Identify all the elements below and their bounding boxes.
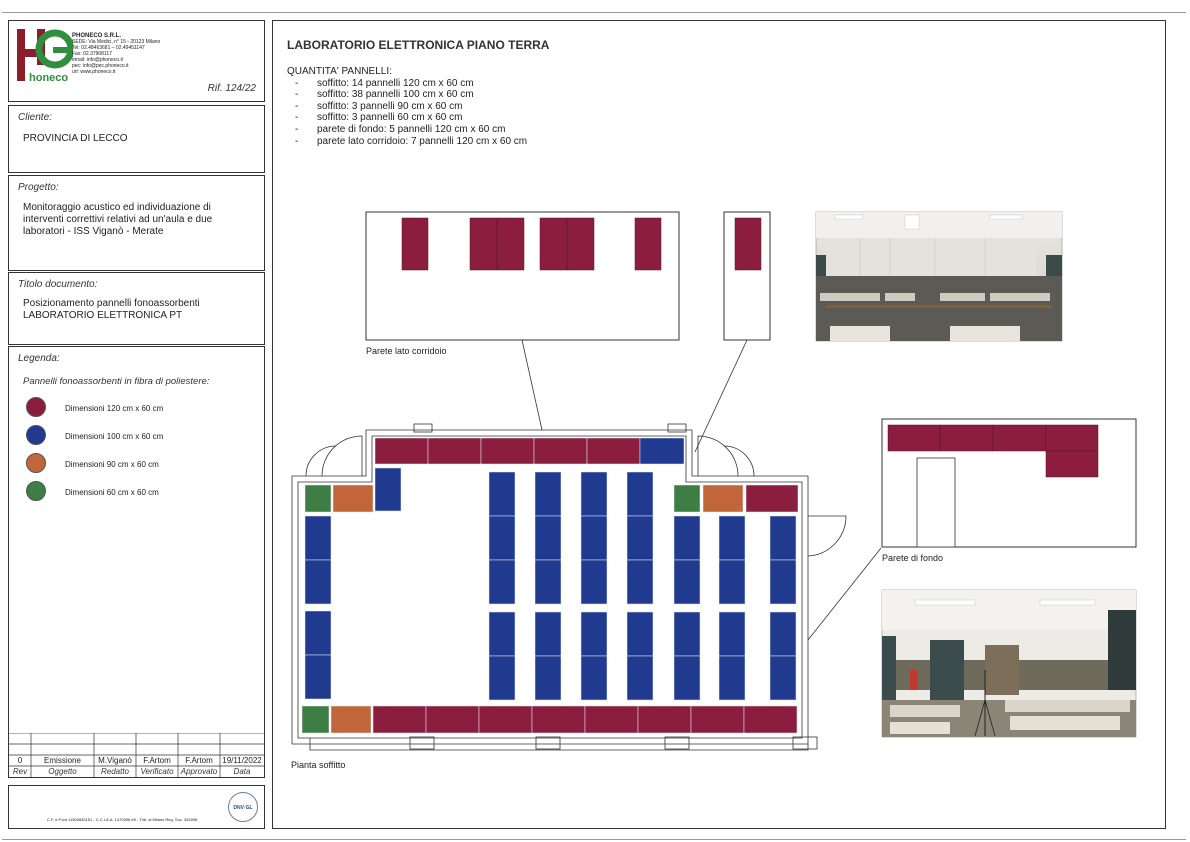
wall-panel-120x60	[992, 424, 1047, 452]
ceiling-panel-60x60	[301, 705, 330, 734]
ceiling-panel-100x60	[580, 515, 608, 561]
ceiling-panel-100x60	[534, 611, 562, 657]
leader-line	[694, 339, 748, 453]
ceiling-panel-100x60	[769, 611, 797, 657]
ceiling-panel-100x60	[673, 655, 701, 701]
ceiling-panel-120x60	[745, 484, 799, 513]
ceiling-panel-100x60	[304, 515, 332, 561]
ceiling-panel-100x60	[534, 655, 562, 701]
ceiling-panel-90x60	[332, 484, 374, 513]
ceiling-panel-100x60	[626, 611, 654, 657]
ceiling-panel-120x60	[586, 437, 641, 465]
ceiling-panel-100x60	[580, 559, 608, 605]
ceiling-panel-100x60	[673, 611, 701, 657]
wall-panel-120x60	[634, 217, 662, 271]
wall-panel-120x60	[1045, 450, 1099, 478]
ceiling-panel-100x60	[488, 655, 516, 701]
ceiling-panel-100x60	[718, 655, 746, 701]
back-wall-door	[916, 457, 956, 548]
ceiling-panel-100x60	[304, 654, 332, 700]
ceiling-panel-90x60	[702, 484, 744, 513]
ceiling-panel-120x60	[533, 437, 588, 465]
ceiling-panel-90x60	[330, 705, 372, 734]
ceiling-panel-120x60	[584, 705, 639, 734]
ceiling-panel-100x60	[626, 515, 654, 561]
ceiling-panel-120x60	[690, 705, 745, 734]
wall-panel-120x60	[887, 424, 941, 452]
leader-line	[521, 339, 543, 431]
ceiling-panel-60x60	[304, 484, 332, 513]
wall-panel-120x60	[469, 217, 498, 271]
ceiling-panel-100x60	[534, 471, 562, 517]
wall-panel-120x60	[734, 217, 762, 271]
ceiling-panel-100x60	[718, 611, 746, 657]
ceiling-panel-120x60	[372, 705, 427, 734]
wall-panel-120x60	[401, 217, 429, 271]
wall-panel-120x60	[496, 217, 525, 271]
ceiling-panel-100x60	[673, 515, 701, 561]
ceiling-panel-100x60	[534, 515, 562, 561]
ceiling-panel-100x60	[639, 437, 685, 465]
ceiling-panel-100x60	[673, 559, 701, 605]
ceiling-panel-120x60	[427, 437, 482, 465]
ceiling-panel-120x60	[425, 705, 480, 734]
ceiling-panel-100x60	[769, 655, 797, 701]
ceiling-panel-100x60	[580, 611, 608, 657]
wall-panel-120x60	[1045, 424, 1099, 452]
ceiling-panel-120x60	[480, 437, 535, 465]
ceiling-panel-100x60	[626, 471, 654, 517]
ceiling-panel-100x60	[304, 559, 332, 605]
ceiling-panel-100x60	[488, 559, 516, 605]
caption-ceiling-plan: Pianta soffitto	[291, 760, 346, 770]
wall-panel-120x60	[539, 217, 568, 271]
ceiling-panel-60x60	[673, 484, 701, 513]
ceiling-panel-100x60	[718, 559, 746, 605]
leader-line	[807, 547, 882, 641]
ceiling-panel-100x60	[534, 559, 562, 605]
caption-back-wall: Parete di fondo	[882, 553, 944, 563]
ceiling-panel-120x60	[531, 705, 586, 734]
ceiling-panel-120x60	[743, 705, 798, 734]
ceiling-panel-100x60	[626, 655, 654, 701]
ceiling-panel-120x60	[637, 705, 692, 734]
caption-corridor-wall: Parete lato corridoio	[366, 346, 447, 356]
lab-photo-1	[815, 211, 1063, 342]
lab-photo-2	[881, 589, 1137, 738]
layout-drawings	[291, 211, 1137, 751]
ceiling-panel-100x60	[374, 467, 402, 512]
ceiling-panel-120x60	[374, 437, 429, 465]
ceiling-panel-100x60	[769, 559, 797, 605]
ceiling-panel-120x60	[478, 705, 533, 734]
wall-panel-120x60	[566, 217, 595, 271]
ceiling-panel-100x60	[488, 471, 516, 517]
ceiling-panel-100x60	[580, 471, 608, 517]
ceiling-panel-100x60	[718, 515, 746, 561]
ceiling-panel-100x60	[488, 611, 516, 657]
ceiling-panel-100x60	[488, 515, 516, 561]
ceiling-panel-100x60	[304, 610, 332, 656]
ceiling-panel-100x60	[769, 515, 797, 561]
ceiling-panel-100x60	[626, 559, 654, 605]
ceiling-panel-100x60	[580, 655, 608, 701]
wall-panel-120x60	[939, 424, 994, 452]
